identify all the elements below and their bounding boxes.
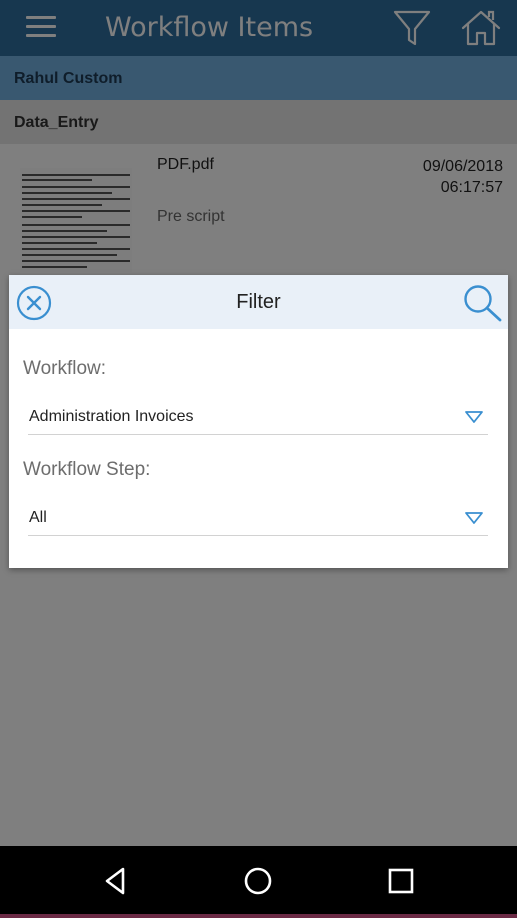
- workflow-selected-value: Administration Invoices: [29, 408, 194, 425]
- dropdown-arrow-icon: [464, 410, 484, 424]
- close-circle-icon[interactable]: [16, 285, 52, 321]
- recents-square-icon[interactable]: [384, 864, 418, 898]
- workflow-label: Workflow:: [23, 358, 107, 379]
- workflow-dropdown[interactable]: Administration Invoices: [28, 401, 488, 435]
- dropdown-arrow-icon: [464, 511, 484, 525]
- bottom-edge-strip: [0, 914, 517, 918]
- filter-dialog: Filter Workflow: Administration Invoices: [9, 275, 508, 568]
- filter-dialog-title: Filter: [236, 291, 281, 313]
- home-circle-icon[interactable]: [241, 864, 275, 898]
- system-navigation-bar: [0, 846, 517, 914]
- search-icon[interactable]: [461, 283, 503, 323]
- workflow-step-selected-value: All: [29, 509, 47, 526]
- app-screen: Workflow Items Rahul Custom Data_Entry: [0, 0, 517, 918]
- workflow-step-dropdown[interactable]: All: [28, 502, 488, 536]
- back-icon[interactable]: [99, 864, 133, 898]
- workflow-step-label: Workflow Step:: [23, 459, 151, 480]
- filter-dialog-header: Filter: [9, 275, 508, 329]
